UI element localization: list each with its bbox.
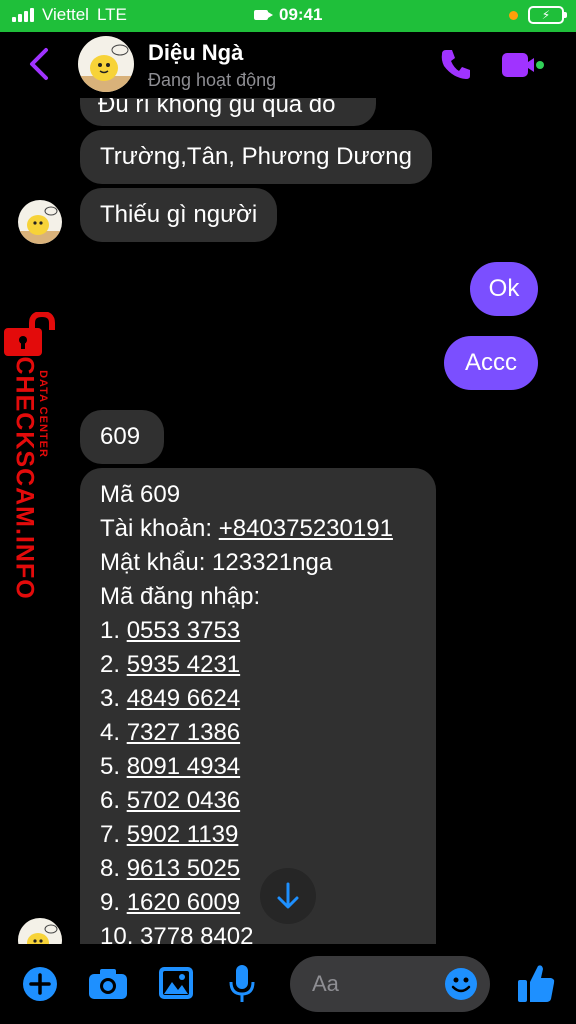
mic-indicator-icon: [509, 10, 518, 20]
sender-avatar[interactable]: [18, 200, 62, 244]
message-bubble[interactable]: Thiếu gì người: [80, 188, 278, 242]
clock: 09:41: [278, 5, 323, 24]
message-bubble[interactable]: 609: [80, 410, 164, 464]
video-icon[interactable]: [500, 50, 546, 80]
code-line: 6. 5702 0436: [100, 787, 241, 814]
code-line: 7. 5902 1139: [100, 821, 239, 848]
code-link[interactable]: 5902 1139: [127, 821, 239, 848]
camera-in-use-icon: [253, 10, 273, 20]
message-text-line: Mã đăng nhập:: [100, 583, 261, 610]
status-bar: Viettel LTE 09:41 ⚡: [0, 0, 576, 32]
code-link[interactable]: 5935 4231: [127, 651, 240, 678]
outgoing-message-bubble[interactable]: Ok: [470, 262, 538, 316]
code-link[interactable]: 3778 8402: [140, 923, 253, 944]
microphone-icon[interactable]: [228, 964, 256, 1004]
chat-header: Diệu Ngà Đang hoạt động: [0, 32, 576, 98]
message-text: Thiếu gì người: [100, 201, 258, 228]
phone-number-link[interactable]: +840375230191: [219, 515, 393, 542]
image-icon[interactable]: [158, 966, 194, 1000]
message-composer[interactable]: [290, 956, 490, 1012]
message-bubble-credentials[interactable]: Mã 609 Tài khoản: +840375230191 Mật khẩu…: [80, 468, 436, 944]
emoji-icon[interactable]: [444, 967, 478, 1001]
code-link[interactable]: 1620 6009: [127, 889, 240, 916]
message-text-line: Mã 609: [100, 481, 181, 508]
scroll-to-bottom-button[interactable]: [260, 868, 316, 924]
message-text: Trường,Tân, Phương Dương: [100, 143, 412, 170]
code-link[interactable]: 0553 3753: [127, 617, 240, 644]
message-text-line: Tài khoản: +840375230191: [100, 512, 416, 546]
code-line: 4. 7327 1386: [100, 719, 241, 746]
code-line: 3. 4849 6624: [100, 685, 241, 712]
code-link[interactable]: 4849 6624: [127, 685, 240, 712]
message-text: Đủ rì không gũ qúa đó: [98, 98, 336, 118]
code-line: 5. 8091 4934: [100, 753, 241, 780]
code-line: 9. 1620 6009: [100, 889, 241, 916]
message-bubble[interactable]: Trường,Tân, Phương Dương: [80, 130, 432, 184]
message-text: Ok: [488, 275, 520, 302]
message-text: Accc: [464, 349, 517, 376]
message-list[interactable]: Đủ rì không gũ qúa đó Trường,Tân, Phương…: [0, 98, 576, 944]
code-line: 10. 3778 8402: [100, 920, 416, 944]
message-bubble-partial[interactable]: Đủ rì không gũ qúa đó: [80, 98, 376, 126]
account-label: Tài khoản:: [100, 515, 219, 542]
battery-charging-icon: ⚡: [528, 6, 567, 24]
camera-icon[interactable]: [88, 968, 128, 1000]
lock-icon: [4, 312, 55, 356]
sender-avatar[interactable]: [18, 918, 62, 944]
code-link[interactable]: 5702 0436: [127, 787, 240, 814]
contact-avatar[interactable]: [78, 36, 134, 92]
code-link[interactable]: 9613 5025: [127, 855, 240, 882]
phone-icon[interactable]: [438, 46, 474, 82]
watermark-text: CHECKSCAM.INFO: [10, 356, 39, 600]
contact-status: Đang hoạt động: [148, 70, 277, 90]
contact-name[interactable]: Diệu Ngà: [148, 40, 243, 66]
code-link[interactable]: 7327 1386: [127, 719, 240, 746]
composer-bar: [0, 944, 576, 1024]
code-link[interactable]: 8091 4934: [127, 753, 240, 780]
code-line: 1. 0553 3753: [100, 617, 241, 644]
code-line: 2. 5935 4231: [100, 651, 241, 678]
code-line: 8. 9613 5025: [100, 855, 241, 882]
message-input[interactable]: [312, 970, 442, 998]
arrow-down-icon: [277, 882, 299, 909]
back-arrow-icon[interactable]: [26, 46, 54, 82]
thumbs-up-icon[interactable]: [516, 962, 556, 1004]
watermark: CHECKSCAM.INFO DATA CENTER: [0, 312, 64, 600]
plus-icon[interactable]: [22, 966, 58, 1002]
message-text: 609: [100, 423, 141, 450]
outgoing-message-bubble[interactable]: Accc: [444, 336, 538, 390]
watermark-subtext: DATA CENTER: [37, 370, 49, 458]
message-text-line: Mật khẩu: 123321nga: [100, 549, 333, 576]
